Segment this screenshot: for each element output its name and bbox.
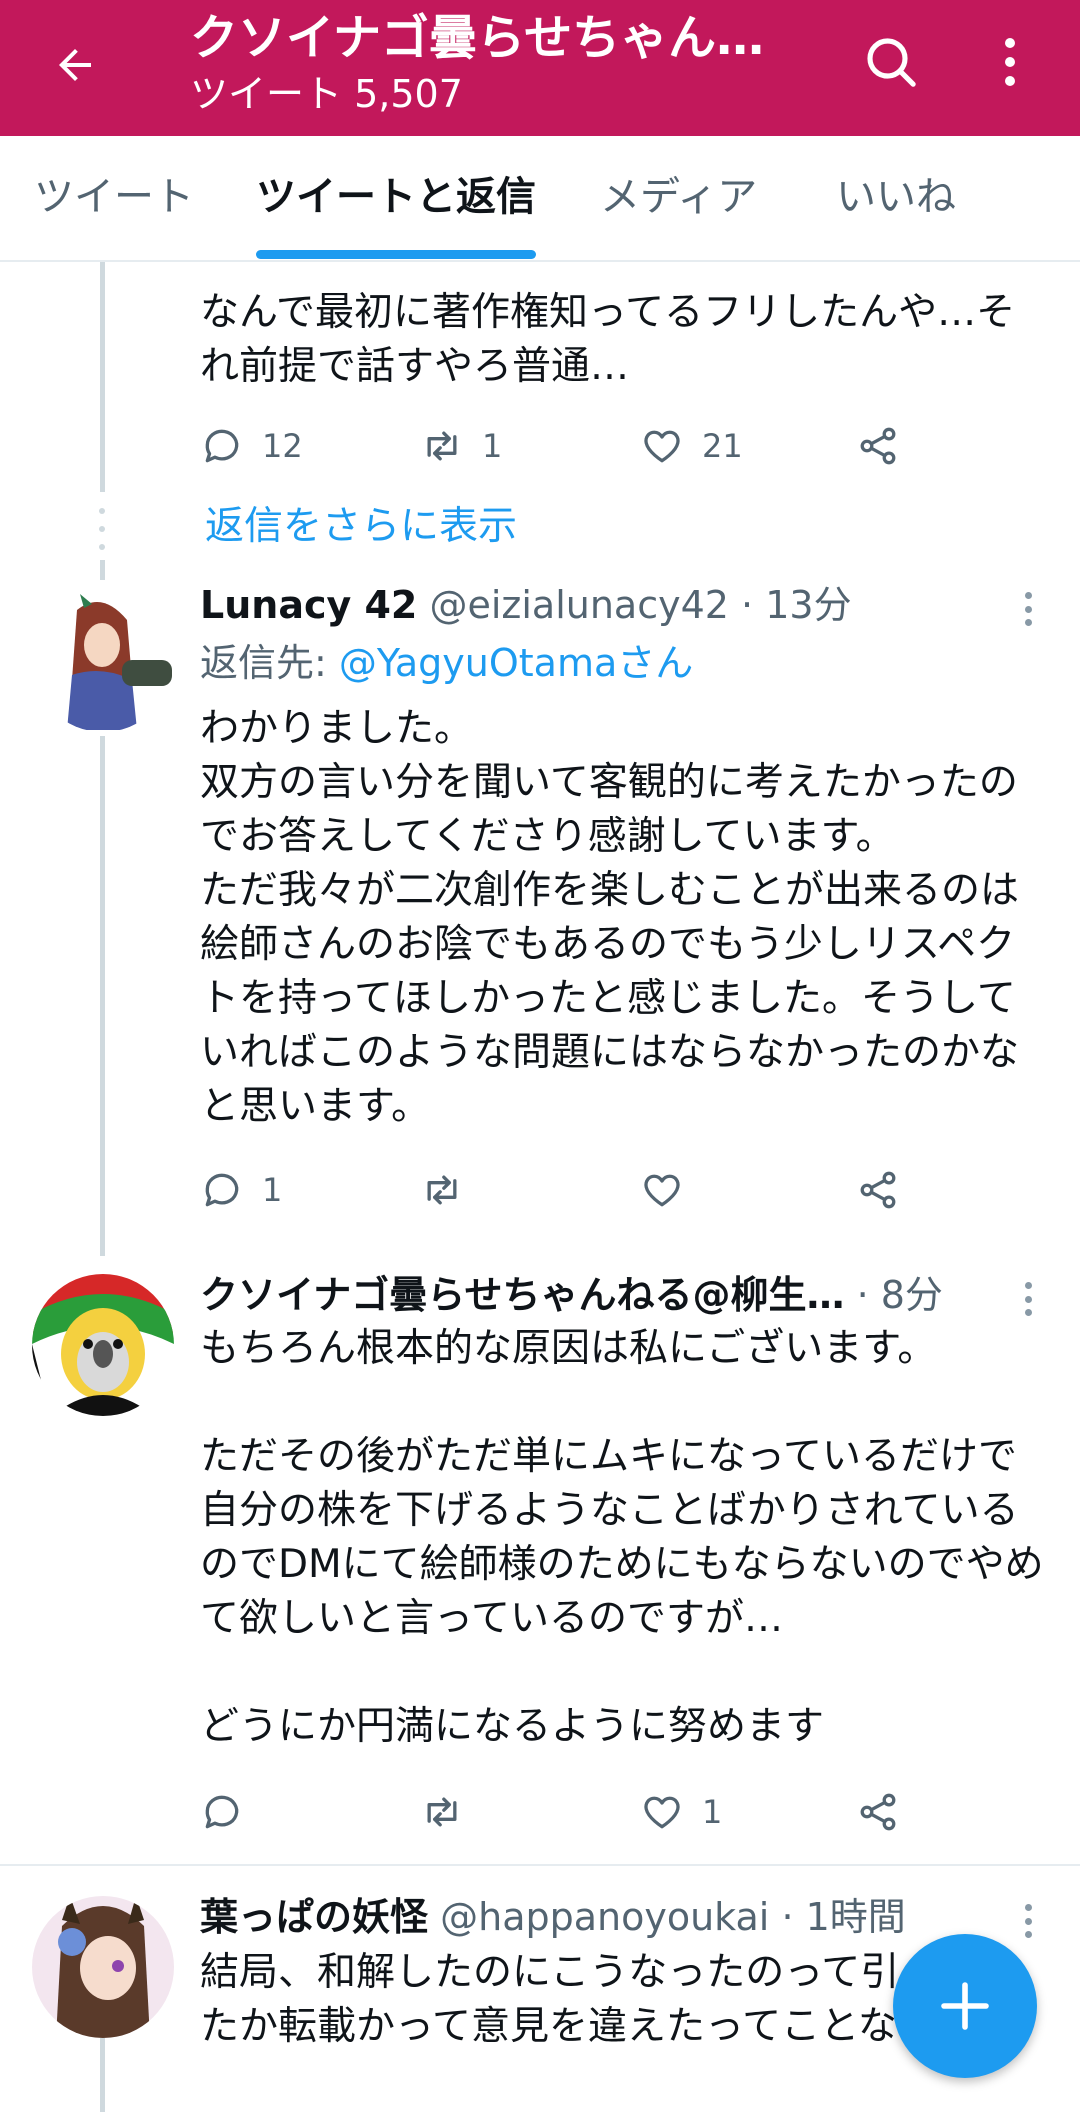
tweet-divider [0,1864,1080,1866]
user-handle[interactable]: @happanoyoukai [440,1895,769,1939]
plus-icon [941,1982,989,2030]
thread-line [100,2038,105,2112]
more-options-button[interactable] [980,26,1040,98]
tab-tweets[interactable]: ツイート [34,172,194,222]
share-button[interactable] [856,1782,900,1842]
tweet-header: クソイナゴ曇らせちゃんねる@柳生… · 8分 [200,1273,943,1317]
thread-line [100,560,105,580]
share-button[interactable] [856,1160,900,1220]
retweet-button[interactable] [420,1160,464,1220]
thread-line [100,736,105,1256]
thread-line [100,262,105,492]
compose-tweet-button[interactable] [893,1934,1037,2078]
tweet-text: わかりました。 双方の言い分を聞いて客観的に考えたかったのでお答えしてくださり感… [200,706,1020,1129]
avatar[interactable] [32,1896,174,2038]
like-button[interactable]: 1 [640,1782,722,1842]
tweet-actions: 12 1 21 [200,416,920,476]
reply-button[interactable]: 12 [200,416,303,476]
avatar[interactable] [32,1274,174,1416]
search-button[interactable] [855,26,927,98]
share-icon [860,1171,896,1209]
tweet-menu-button[interactable] [1010,1896,1046,1946]
tweet-actions: 1 [200,1160,920,1220]
profile-tabs: ツイート ツイートと返信 メディア いいね [0,136,1080,262]
retweet-icon [427,431,457,461]
tab-likes[interactable]: いいね [836,172,956,222]
avatar[interactable] [32,590,174,732]
tweet-time: 13分 [765,583,852,627]
back-button[interactable] [40,30,110,100]
tweet-menu-button[interactable] [1010,584,1046,634]
tweet-actions: 1 [200,1782,920,1842]
more-vertical-icon [1005,38,1015,86]
heart-icon [644,1174,680,1207]
reply-button[interactable] [200,1782,244,1842]
profile-title: クソイナゴ曇らせちゃんねる@柳生 [190,10,790,66]
share-icon [860,427,896,465]
reply-count: 12 [262,427,303,465]
retweet-button[interactable] [420,1782,464,1842]
reply-icon [205,1173,239,1207]
active-tab-indicator [256,250,536,259]
display-name[interactable]: クソイナゴ曇らせちゃんねる@柳生… [200,1273,844,1317]
like-button[interactable]: 21 [640,416,743,476]
search-icon [867,38,916,87]
retweet-icon [427,1175,457,1205]
tweet-header: 葉っぱの妖怪 @happanoyoukai · 1時間 [200,1895,906,1939]
tab-tweets-and-replies[interactable]: ツイートと返信 [256,172,536,222]
like-button[interactable] [640,1160,684,1220]
tab-media[interactable]: メディア [600,172,757,222]
tweet-text: もちろん根本的な原因は私にございます。 ただその後がただ単にムキになっているだけ… [200,1326,1044,1749]
reply-button[interactable]: 1 [200,1160,282,1220]
tweet-time: 8分 [880,1273,943,1317]
share-icon [860,1793,896,1831]
retweet-icon [427,1797,457,1827]
reply-icon [205,1795,239,1829]
reply-to-line: 返信先: @YagyuOtamaさん [200,636,693,690]
tweet-text: 結局、和解したのにこうなったのって引っ たか転載かって意見を違えたってことな [200,1950,900,2049]
show-more-replies-link[interactable]: 返信をさらに表示 [205,500,517,554]
retweet-count: 1 [482,427,503,465]
thread-gap-dots [99,508,106,550]
reply-to-label: 返信先: [200,641,339,685]
tweet-time: 1時間 [805,1895,906,1939]
like-count: 21 [702,427,743,465]
tweet-header: Lunacy 42 @eizialunacy42 · 13分 [200,583,852,627]
tweet-count: ツイート 5,507 [190,72,463,116]
reply-count: 1 [262,1171,283,1209]
app-header: クソイナゴ曇らせちゃんねる@柳生 ツイート 5,507 [0,0,1080,136]
back-arrow-icon [59,49,91,81]
like-count: 1 [702,1793,723,1831]
reply-mention[interactable]: @YagyuOtamaさん [339,641,693,685]
share-button[interactable] [856,416,900,476]
heart-icon [644,1796,680,1829]
tweet-menu-button[interactable] [1010,1274,1046,1324]
display-name[interactable]: Lunacy 42 [200,583,417,627]
heart-icon [644,430,680,463]
display-name[interactable]: 葉っぱの妖怪 [200,1895,428,1939]
user-handle[interactable]: @eizialunacy42 [429,583,728,627]
retweet-button[interactable]: 1 [420,416,502,476]
tweet-text: なんで最初に著作権知ってるフリしたんや…それ前提で話すやろ普通… [200,290,1016,389]
reply-icon [205,429,239,463]
